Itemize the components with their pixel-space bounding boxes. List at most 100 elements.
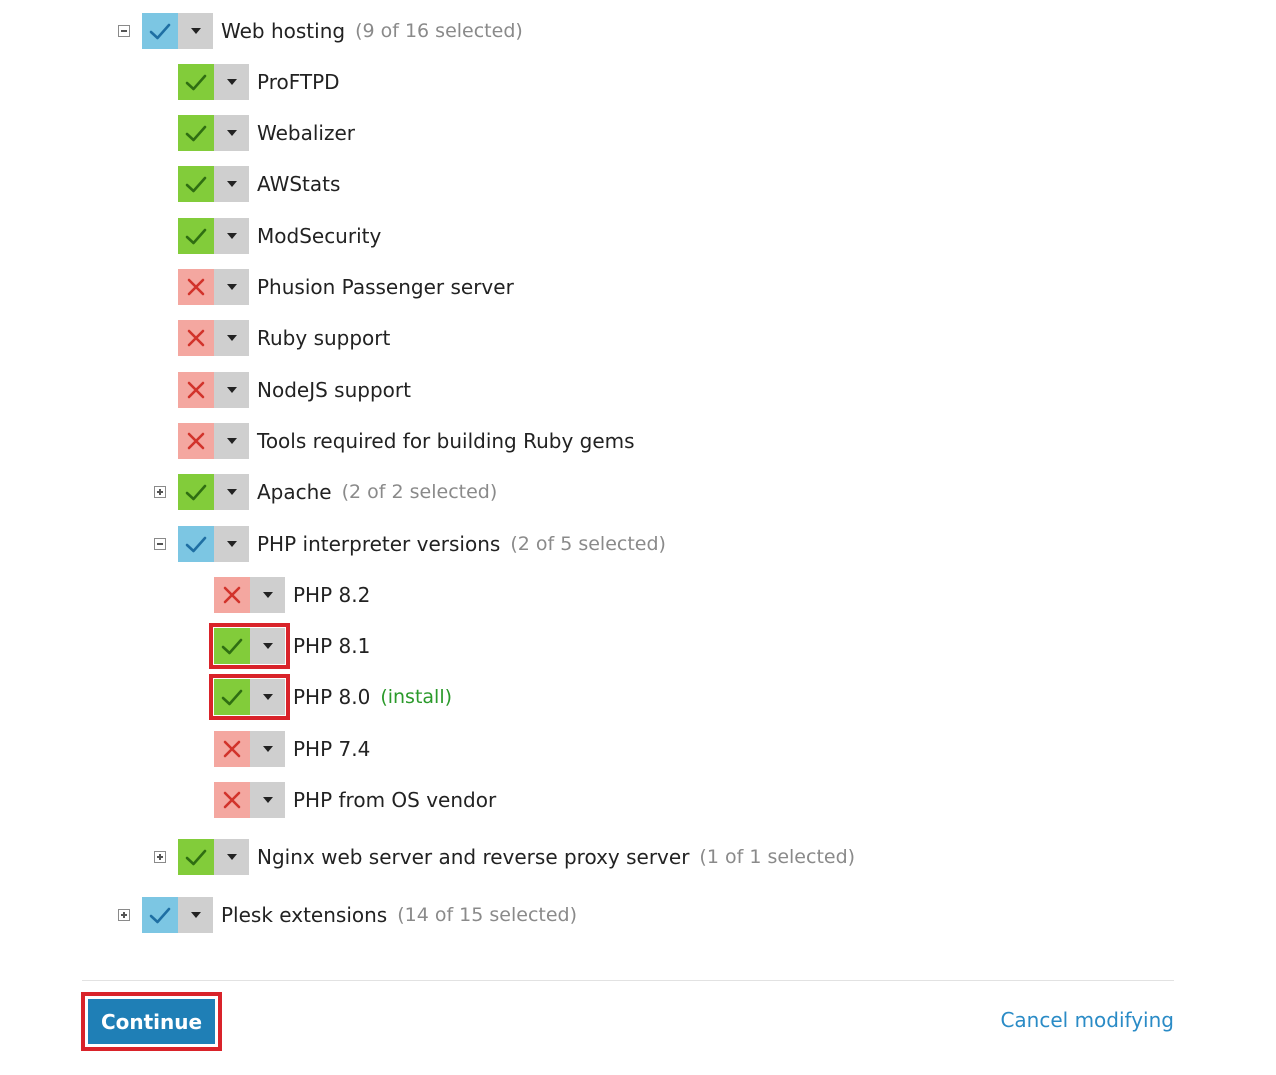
dropdown-button[interactable]	[214, 269, 249, 305]
selection-control-web-hosting[interactable]	[142, 13, 213, 49]
component-label: Plesk extensions	[221, 903, 388, 927]
checkmark-icon[interactable]	[178, 166, 214, 202]
caret-down-icon	[262, 694, 273, 700]
checkmark-icon[interactable]	[214, 628, 250, 664]
cross-icon[interactable]	[178, 320, 214, 356]
checkmark-icon[interactable]	[178, 474, 214, 510]
caret-down-icon	[226, 438, 237, 444]
caret-down-icon	[226, 541, 237, 547]
selection-control-php-interpreter-versions[interactable]	[178, 526, 249, 562]
caret-down-icon	[226, 854, 237, 860]
caret-down-icon	[226, 489, 237, 495]
collapse-icon-php-interpreter-versions[interactable]	[154, 538, 166, 550]
cancel-modifying-link[interactable]: Cancel modifying	[1000, 1008, 1174, 1032]
checkmark-icon[interactable]	[214, 679, 250, 715]
cross-icon[interactable]	[214, 577, 250, 613]
component-label: Ruby support	[257, 326, 391, 350]
install-note: (install)	[380, 686, 453, 708]
selection-control-modsecurity[interactable]	[178, 218, 249, 254]
component-row-proftpd: ProFTPD	[178, 64, 340, 100]
component-row-web-hosting: Web hosting (9 of 16 selected)	[142, 13, 523, 49]
selection-control-webalizer[interactable]	[178, 115, 249, 151]
component-row-webalizer: Webalizer	[178, 115, 355, 151]
component-row-apache: Apache (2 of 2 selected)	[178, 474, 497, 510]
dropdown-button[interactable]	[214, 166, 249, 202]
dropdown-button[interactable]	[214, 839, 249, 875]
selection-control-php-from-os-vendor[interactable]	[214, 782, 285, 818]
dropdown-button[interactable]	[214, 320, 249, 356]
checkmark-icon[interactable]	[178, 526, 214, 562]
selection-control-proftpd[interactable]	[178, 64, 249, 100]
dropdown-button[interactable]	[214, 218, 249, 254]
caret-down-icon	[226, 233, 237, 239]
expand-icon-apache[interactable]	[154, 486, 166, 498]
component-label: PHP 8.2	[293, 583, 371, 607]
component-label: NodeJS support	[257, 378, 411, 402]
checkmark-icon[interactable]	[178, 218, 214, 254]
checkmark-icon[interactable]	[142, 897, 178, 933]
caret-down-icon	[262, 643, 273, 649]
component-row-nodejs-support: NodeJS support	[178, 372, 411, 408]
caret-down-icon	[226, 181, 237, 187]
dropdown-button[interactable]	[214, 64, 249, 100]
dropdown-button[interactable]	[250, 679, 285, 715]
selection-control-php-8-2[interactable]	[214, 577, 285, 613]
dropdown-button[interactable]	[250, 628, 285, 664]
checkmark-icon[interactable]	[142, 13, 178, 49]
selection-control-ruby-support[interactable]	[178, 320, 249, 356]
dropdown-button[interactable]	[214, 526, 249, 562]
caret-down-icon	[226, 335, 237, 341]
checkmark-icon[interactable]	[178, 839, 214, 875]
dropdown-button[interactable]	[214, 474, 249, 510]
caret-down-icon	[226, 284, 237, 290]
selection-control-phusion-passenger-server[interactable]	[178, 269, 249, 305]
cross-icon[interactable]	[214, 782, 250, 818]
selection-control-php-7-4[interactable]	[214, 731, 285, 767]
selection-control-tools-required-for-building-ruby-gems[interactable]	[178, 423, 249, 459]
dropdown-button[interactable]	[178, 897, 213, 933]
caret-down-icon	[226, 79, 237, 85]
component-row-awstats: AWStats	[178, 166, 340, 202]
component-label: ModSecurity	[257, 224, 382, 248]
selection-count: (9 of 16 selected)	[355, 20, 523, 42]
expand-icon-nginx-web-server-and-reverse-proxy-server[interactable]	[154, 851, 166, 863]
selection-control-nodejs-support[interactable]	[178, 372, 249, 408]
dropdown-button[interactable]	[214, 423, 249, 459]
dropdown-button[interactable]	[250, 782, 285, 818]
dropdown-button[interactable]	[214, 372, 249, 408]
component-label: Nginx web server and reverse proxy serve…	[257, 845, 690, 869]
cross-icon[interactable]	[178, 423, 214, 459]
cross-icon[interactable]	[214, 731, 250, 767]
component-row-php-7-4: PHP 7.4	[214, 731, 370, 767]
checkmark-icon[interactable]	[178, 115, 214, 151]
component-label: Tools required for building Ruby gems	[257, 429, 635, 453]
dropdown-button[interactable]	[250, 731, 285, 767]
component-row-modsecurity: ModSecurity	[178, 218, 381, 254]
cross-icon[interactable]	[178, 372, 214, 408]
component-label: AWStats	[257, 172, 341, 196]
component-row-php-8-2: PHP 8.2	[214, 577, 370, 613]
selection-control-nginx-web-server-and-reverse-proxy-server[interactable]	[178, 839, 249, 875]
checkmark-icon[interactable]	[178, 64, 214, 100]
component-label: ProFTPD	[257, 70, 340, 94]
selection-control-awstats[interactable]	[178, 166, 249, 202]
selection-control-apache[interactable]	[178, 474, 249, 510]
selection-control-plesk-extensions[interactable]	[142, 897, 213, 933]
component-label: Webalizer	[257, 121, 355, 145]
selection-control-php-8-1[interactable]	[209, 623, 290, 669]
selection-control-php-8-0[interactable]	[209, 674, 290, 720]
expand-icon-plesk-extensions[interactable]	[118, 909, 130, 921]
continue-button[interactable]: Continue	[88, 999, 215, 1044]
component-row-php-8-0: PHP 8.0 (install)	[209, 674, 453, 720]
dropdown-button[interactable]	[250, 577, 285, 613]
selection-count: (14 of 15 selected)	[397, 904, 578, 926]
component-label: Apache	[257, 480, 332, 504]
dropdown-button[interactable]	[178, 13, 213, 49]
caret-down-icon	[262, 592, 273, 598]
dropdown-button[interactable]	[214, 115, 249, 151]
collapse-icon-web-hosting[interactable]	[118, 25, 130, 37]
caret-down-icon	[262, 746, 273, 752]
component-row-php-from-os-vendor: PHP from OS vendor	[214, 782, 496, 818]
component-label: Phusion Passenger server	[257, 275, 514, 299]
cross-icon[interactable]	[178, 269, 214, 305]
